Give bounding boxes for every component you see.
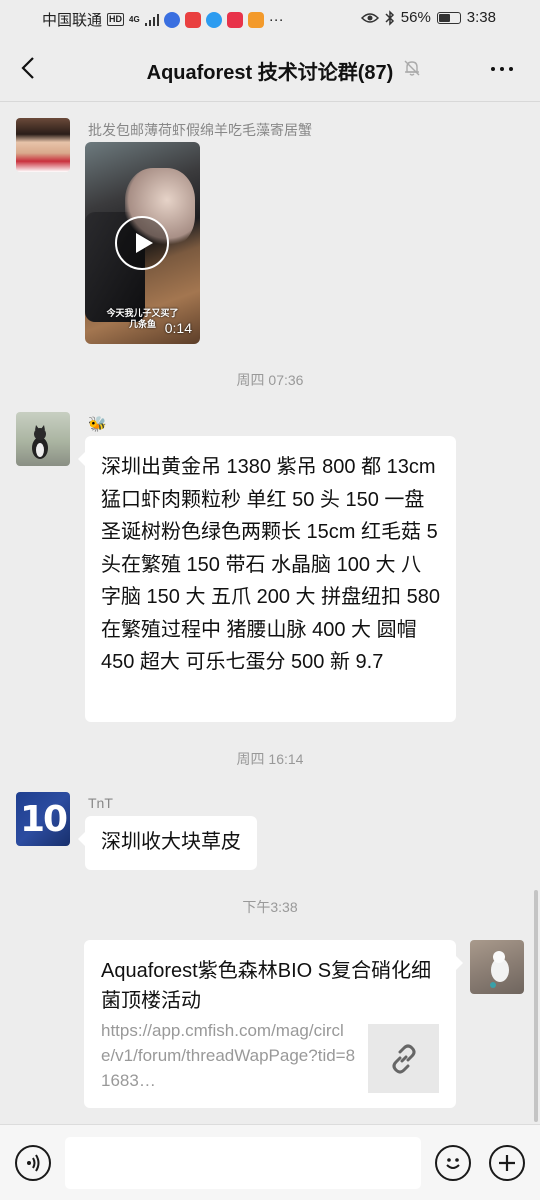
- bluetooth-icon: [385, 9, 394, 26]
- more-options-button[interactable]: [480, 54, 524, 84]
- input-bar: [0, 1124, 540, 1200]
- avatar[interactable]: [16, 118, 70, 172]
- scrollbar[interactable]: [534, 890, 538, 1122]
- mute-bell-icon: [402, 58, 422, 83]
- voice-icon: [27, 1154, 40, 1172]
- link-card[interactable]: Aquaforest紫色森林BIO S复合硝化细菌顶楼活动 https://ap…: [84, 940, 463, 1108]
- battery-level: [438, 13, 450, 22]
- message-bubble[interactable]: 深圳收大块草皮: [78, 816, 257, 870]
- network-label: 4G: [129, 14, 140, 24]
- message-text: 深圳出黄金吊 1380 紫吊 800 都 13cm 猛口虾肉颗粒秒 单红 50 …: [101, 456, 441, 673]
- carrier-label: 中国联通: [42, 12, 103, 29]
- signal-icon: [144, 13, 159, 26]
- video-duration: 0:14: [164, 320, 192, 336]
- dot: [509, 67, 513, 71]
- video-app-icon: [247, 11, 264, 28]
- play-button[interactable]: [115, 216, 169, 270]
- timestamp: 下午3:38: [242, 899, 298, 915]
- timestamp: 周四 16:14: [236, 751, 304, 767]
- sender-name: 批发包邮薄荷虾假绵羊吃毛藻寄居蟹: [88, 122, 312, 138]
- browser-app-icon: [205, 11, 222, 28]
- plus-button[interactable]: [489, 1145, 525, 1181]
- chat-messages[interactable]: 批发包邮薄荷虾假绵羊吃毛藻寄居蟹 今天我儿子又买了 几条鱼 0:14 周四 07…: [0, 102, 540, 1124]
- smiley-icon: [446, 1158, 460, 1169]
- battery-icon: [436, 11, 461, 24]
- music-app-icon: [163, 11, 180, 28]
- sender-name: TnT: [88, 795, 113, 811]
- plus-icon: [499, 1155, 515, 1171]
- video-message[interactable]: 今天我儿子又买了 几条鱼 0:14: [85, 142, 200, 344]
- message-text: 深圳收大块草皮: [101, 831, 241, 853]
- dot: [500, 67, 504, 71]
- status-bar: 中国联通 HD 4G ··· 56% 3:38: [0, 0, 540, 36]
- sender-name: 🐝: [88, 416, 107, 433]
- link-url: https://app.cmfish.com/mag/circle/v1/for…: [101, 1021, 356, 1090]
- dot: [491, 67, 495, 71]
- chat-header: Aquaforest 技术讨论群(87): [0, 36, 540, 102]
- app-icon-pink: [226, 11, 243, 28]
- avatar-number: 10: [19, 798, 68, 840]
- link-title: Aquaforest紫色森林BIO S复合硝化细菌顶楼活动: [101, 960, 432, 1012]
- clock: 3:38: [466, 9, 496, 26]
- emoji-button[interactable]: [435, 1145, 471, 1181]
- app-icon-red: [184, 11, 201, 28]
- status-left: 中国联通 HD 4G ···: [42, 9, 284, 30]
- more-notifications-icon: ···: [268, 11, 284, 28]
- page-title: Aquaforest 技术讨论群(87): [146, 62, 394, 84]
- message-input[interactable]: [65, 1137, 421, 1189]
- timestamp: 周四 07:36: [236, 372, 304, 388]
- figurine-avatar-icon: [490, 951, 509, 988]
- message-bubble[interactable]: 深圳出黄金吊 1380 紫吊 800 都 13cm 猛口虾肉颗粒秒 单红 50 …: [78, 436, 456, 722]
- eye-icon: [360, 12, 379, 23]
- play-icon: [136, 233, 153, 253]
- link-thumbnail: [368, 1024, 439, 1093]
- status-right: 56% 3:38: [360, 9, 496, 26]
- voice-button[interactable]: [15, 1145, 51, 1181]
- my-avatar[interactable]: [470, 940, 524, 994]
- avatar[interactable]: 10: [16, 792, 70, 846]
- battery-percent: 56%: [400, 9, 431, 26]
- link-icon: [392, 1044, 415, 1073]
- avatar[interactable]: [16, 412, 70, 466]
- cat-avatar-icon: [32, 425, 48, 459]
- hd-badge: HD: [107, 13, 125, 26]
